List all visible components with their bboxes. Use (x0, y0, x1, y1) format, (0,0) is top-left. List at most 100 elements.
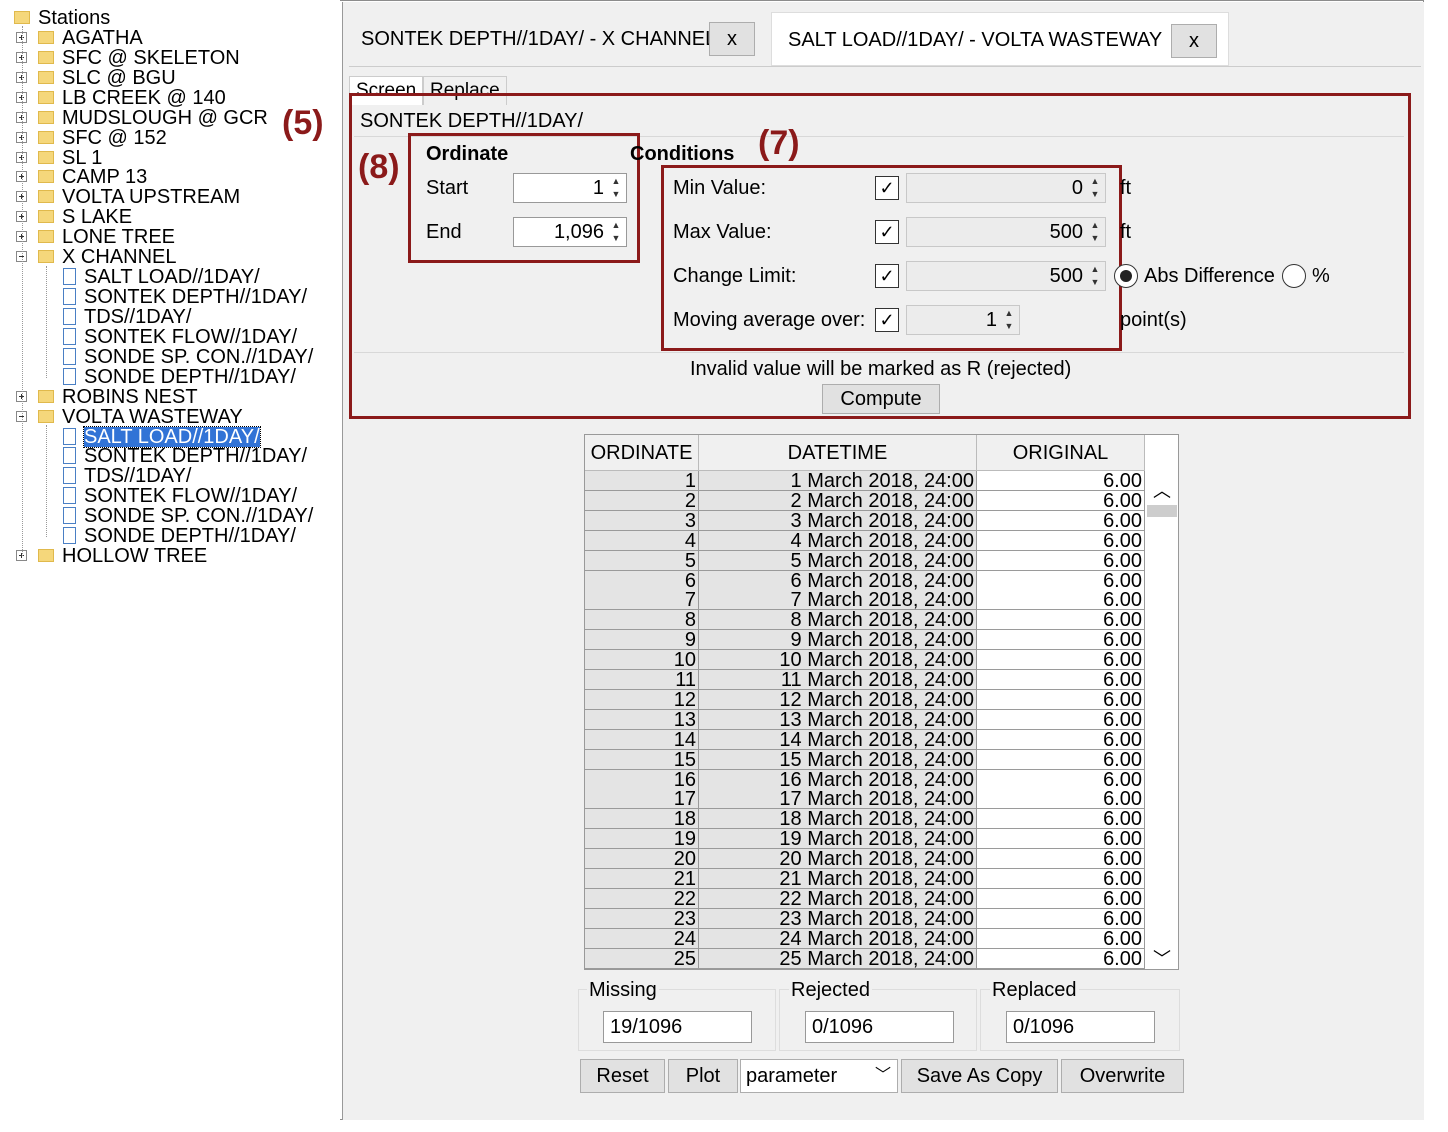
table-row[interactable]: 55 March 2018, 24:00 6.00 (585, 550, 1145, 571)
original-cell[interactable]: 6.00 (977, 908, 1145, 929)
save-as-copy-button[interactable]: Save As Copy (901, 1059, 1058, 1093)
arrow-up-icon[interactable]: ▲ (607, 219, 625, 232)
original-cell[interactable]: 6.00 (977, 689, 1145, 710)
arrow-down-icon[interactable]: ▼ (1086, 232, 1104, 245)
table-row[interactable]: 14 14 March 2018, 24:00 6.00 (585, 729, 1145, 750)
vertical-scrollbar[interactable]: ︿ ﹀ (1145, 471, 1178, 969)
tree-node-station[interactable]: CAMP 13 (10, 167, 340, 187)
table-row[interactable]: 16 16 March 2018, 24:00 6.00 (585, 769, 1145, 790)
tree-node-station[interactable]: AGATHA (10, 28, 340, 48)
arrow-down-icon[interactable]: ▼ (607, 232, 625, 245)
tree-node-hollow-tree[interactable]: HOLLOW TREE (10, 546, 340, 566)
original-cell[interactable]: 6.00 (977, 769, 1145, 790)
tree-leaf-series[interactable]: TDS//1DAY/ (10, 307, 340, 327)
table-row[interactable]: 33 March 2018, 24:00 6.00 (585, 510, 1145, 531)
abs-difference-radio[interactable] (1114, 264, 1138, 288)
tree-node-volta-wasteway[interactable]: VOLTA WASTEWAY (10, 407, 340, 427)
spinner-arrows[interactable]: ▲ ▼ (607, 175, 625, 201)
arrow-up-icon[interactable]: ▲ (1000, 307, 1018, 320)
original-cell[interactable]: 6.00 (977, 729, 1145, 750)
parameter-dropdown[interactable]: parameter ﹀ (740, 1059, 898, 1093)
tree-node-station[interactable]: SLC @ BGU (10, 68, 340, 88)
tree-leaf-series[interactable]: SONTEK FLOW//1DAY/ (10, 486, 340, 506)
table-row[interactable]: 18 18 March 2018, 24:00 6.00 (585, 809, 1145, 830)
table-row[interactable]: 22 22 March 2018, 24:00 6.00 (585, 888, 1145, 909)
arrow-down-icon[interactable]: ▼ (607, 188, 625, 201)
original-cell[interactable]: 6.00 (977, 650, 1145, 671)
table-row[interactable]: 15 15 March 2018, 24:00 6.00 (585, 749, 1145, 770)
tree-node-station[interactable]: LONE TREE (10, 227, 340, 247)
tree-node-station[interactable]: S LAKE (10, 207, 340, 227)
original-cell[interactable]: 6.00 (977, 948, 1145, 969)
missing-field[interactable]: 19/1096 (603, 1011, 752, 1043)
spinner-arrows[interactable]: ▲ ▼ (1000, 307, 1018, 333)
table-row[interactable]: 11 March 2018, 24:00 6.00 (585, 471, 1145, 491)
original-cell[interactable]: 6.00 (977, 570, 1145, 591)
change-limit-checkbox[interactable]: ✓ (875, 264, 899, 288)
compute-button[interactable]: Compute (822, 384, 940, 414)
arrow-down-icon[interactable]: ▼ (1086, 276, 1104, 289)
min-value-spinner[interactable]: 0 ▲ ▼ (906, 173, 1106, 203)
table-row[interactable]: 77 March 2018, 24:00 6.00 (585, 590, 1145, 611)
chevron-down-icon[interactable]: ﹀ (875, 1060, 891, 1092)
table-row[interactable]: 99 March 2018, 24:00 6.00 (585, 630, 1145, 651)
original-cell[interactable]: 6.00 (977, 869, 1145, 889)
plot-button[interactable]: Plot (668, 1059, 738, 1093)
end-spinner[interactable]: 1,096 ▲ ▼ (513, 217, 627, 247)
tree-leaf-series[interactable]: SONTEK FLOW//1DAY/ (10, 327, 340, 347)
change-limit-spinner[interactable]: 500 ▲ ▼ (906, 261, 1106, 291)
original-cell[interactable]: 6.00 (977, 670, 1145, 690)
table-row[interactable]: 17 17 March 2018, 24:00 6.00 (585, 789, 1145, 810)
original-cell[interactable]: 6.00 (977, 928, 1145, 949)
tree-node-x-channel[interactable]: X CHANNEL (10, 247, 340, 267)
max-value-spinner[interactable]: 500 ▲ ▼ (906, 217, 1106, 247)
original-cell[interactable]: 6.00 (977, 630, 1145, 651)
close-tab-button[interactable]: x (1171, 24, 1217, 58)
rejected-field[interactable]: 0/1096 (805, 1011, 954, 1043)
original-cell[interactable]: 6.00 (977, 809, 1145, 830)
original-cell[interactable]: 6.00 (977, 849, 1145, 870)
tree-leaf-series[interactable]: SONDE DEPTH//1DAY/ (10, 367, 340, 387)
tab-salt-load-volta-wasteway[interactable]: SALT LOAD//1DAY/ - VOLTA WASTEWAY (771, 12, 1229, 66)
original-cell[interactable]: 6.00 (977, 789, 1145, 810)
tree-node-station[interactable]: SL 1 (10, 148, 340, 168)
reset-button[interactable]: Reset (580, 1059, 665, 1093)
tree-node-station[interactable]: VOLTA UPSTREAM (10, 187, 340, 207)
arrow-up-icon[interactable]: ▲ (1086, 263, 1104, 276)
arrow-up-icon[interactable]: ▲ (607, 175, 625, 188)
column-header-datetime[interactable]: DATETIME (699, 435, 977, 471)
tree-node-station[interactable]: SFC @ SKELETON (10, 48, 340, 68)
original-cell[interactable]: 6.00 (977, 709, 1145, 730)
column-header-ordinate[interactable]: ORDINATE (585, 435, 699, 471)
original-cell[interactable]: 6.00 (977, 610, 1145, 631)
tree-leaf-series[interactable]: TDS//1DAY/ (10, 466, 340, 486)
tree-leaf-series[interactable]: SONTEK DEPTH//1DAY/ (10, 287, 340, 307)
table-row[interactable]: 66 March 2018, 24:00 6.00 (585, 570, 1145, 591)
close-tab-button[interactable]: x (709, 22, 755, 56)
replaced-field[interactable]: 0/1096 (1006, 1011, 1155, 1043)
tree-leaf-series[interactable]: SONDE DEPTH//1DAY/ (10, 526, 340, 546)
moving-average-checkbox[interactable]: ✓ (875, 308, 899, 332)
table-row[interactable]: 20 20 March 2018, 24:00 6.00 (585, 849, 1145, 870)
table-row[interactable]: 11 11 March 2018, 24:00 6.00 (585, 670, 1145, 690)
tree-leaf-series[interactable]: SALT LOAD//1DAY/ (10, 267, 340, 287)
table-row[interactable]: 21 21 March 2018, 24:00 6.00 (585, 869, 1145, 889)
max-value-checkbox[interactable]: ✓ (875, 220, 899, 244)
table-row[interactable]: 10 10 March 2018, 24:00 6.00 (585, 650, 1145, 671)
table-row[interactable]: 44 March 2018, 24:00 6.00 (585, 530, 1145, 551)
spinner-arrows[interactable]: ▲ ▼ (1086, 263, 1104, 289)
table-row[interactable]: 12 12 March 2018, 24:00 6.00 (585, 689, 1145, 710)
table-row[interactable]: 88 March 2018, 24:00 6.00 (585, 610, 1145, 631)
original-cell[interactable]: 6.00 (977, 510, 1145, 531)
table-row[interactable]: 23 23 March 2018, 24:00 6.00 (585, 908, 1145, 929)
tab-sontek-depth-x-channel[interactable]: SONTEK DEPTH//1DAY/ - X CHANNEL (345, 12, 769, 66)
table-row[interactable]: 19 19 March 2018, 24:00 6.00 (585, 829, 1145, 850)
original-cell[interactable]: 6.00 (977, 490, 1145, 511)
station-tree[interactable]: Stations AGATHA SFC @ SKELETON SLC @ BGU LB … (10, 0, 340, 1120)
tree-leaf-series[interactable]: SONDE SP. CON.//1DAY/ (10, 506, 340, 526)
scroll-thumb[interactable] (1147, 505, 1177, 517)
tree-leaf-series[interactable]: SALT LOAD//1DAY/ (10, 425, 340, 448)
overwrite-button[interactable]: Overwrite (1061, 1059, 1184, 1093)
original-cell[interactable]: 6.00 (977, 749, 1145, 770)
original-cell[interactable]: 6.00 (977, 590, 1145, 611)
